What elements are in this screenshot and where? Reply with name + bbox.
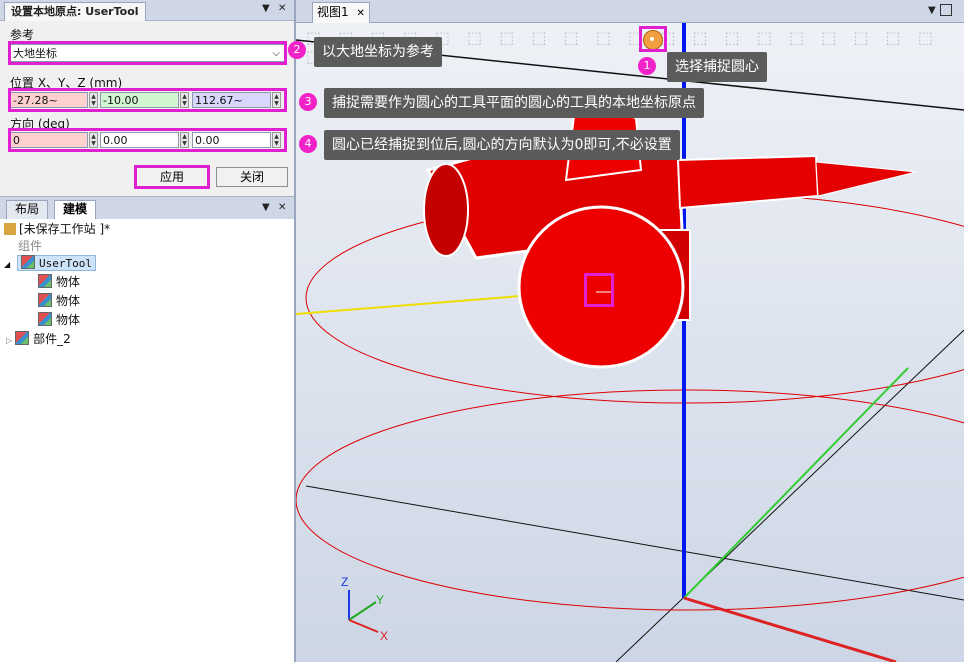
collapse-icon[interactable]: ◢	[4, 260, 10, 269]
expand-icon[interactable]: ▷	[6, 336, 12, 345]
callout-number: 1	[638, 57, 656, 75]
body-icon	[38, 312, 52, 326]
body-label: 物体	[56, 294, 81, 308]
callout-number: 3	[299, 93, 317, 111]
station-label: [未保存工作站 ]*	[19, 222, 111, 236]
tree-item-body[interactable]: 物体	[38, 293, 80, 309]
modeling-panel-header: 布局 建模 ▼ ✕	[0, 196, 294, 220]
model-tree: [未保存工作站 ]* 组件 ◢ UserTool 物体 物体 物体 ▷ 部件_2	[0, 219, 294, 662]
tab-view1[interactable]: 视图1 ✕	[312, 2, 370, 23]
view-tabbar: 视图1 ✕ ▼	[296, 0, 964, 23]
view1-label: 视图1	[317, 5, 349, 19]
body-icon	[38, 274, 52, 288]
part-icon	[15, 331, 30, 345]
tree-item-body[interactable]: 物体	[38, 312, 80, 328]
local-origin-panel-title: 设置本地原点: UserTool	[4, 2, 146, 21]
close-button[interactable]: 关闭	[216, 167, 288, 187]
close-icon[interactable]: ✕	[278, 203, 288, 213]
close-icon[interactable]: ✕	[356, 8, 364, 19]
body-label: 物体	[56, 313, 81, 327]
group-label: 组件	[18, 239, 43, 253]
pin-icon[interactable]: ▼	[262, 203, 272, 213]
component-icon	[20, 255, 35, 269]
snap-center-highlight	[639, 26, 667, 52]
body-icon	[38, 293, 52, 307]
callout-4: 圆心已经捕捉到位后,圆心的方向默认为0即可,不必设置	[324, 130, 680, 160]
restore-icon[interactable]	[940, 4, 952, 16]
z-axis-label: Z	[341, 575, 348, 589]
tab-modeling[interactable]: 建模	[54, 200, 97, 220]
pin-icon[interactable]: ▼	[262, 4, 272, 14]
usertool-label: UserTool	[38, 257, 92, 270]
station-node[interactable]: [未保存工作站 ]*	[4, 221, 110, 237]
orientation-highlight	[8, 128, 287, 152]
callout-2: 以大地坐标为参考	[314, 37, 442, 67]
x-axis-label: X	[380, 629, 388, 643]
callout-number: 2	[288, 41, 306, 59]
left-dock: 设置本地原点: UserTool ▼ ✕ 参考 大地坐标 ⌵ 位置 X、Y、Z …	[0, 0, 294, 662]
part-label: 部件_2	[33, 332, 71, 346]
station-icon	[4, 223, 16, 235]
y-axis-label: Y	[376, 593, 384, 607]
tree-item-part[interactable]: ▷ 部件_2	[6, 331, 71, 349]
local-origin-panel-header: 设置本地原点: UserTool ▼ ✕	[0, 0, 294, 21]
center-snap-highlight	[584, 273, 614, 307]
callout-number: 4	[299, 135, 317, 153]
tree-item-body[interactable]: 物体	[38, 274, 80, 290]
apply-highlight	[134, 165, 210, 189]
body-label: 物体	[56, 275, 81, 289]
tab-layout[interactable]: 布局	[6, 200, 49, 219]
position-highlight	[8, 88, 287, 112]
callout-1: 选择捕捉圆心	[667, 52, 767, 82]
tree-item-usertool[interactable]: ◢ UserTool	[4, 255, 96, 273]
reference-highlight	[8, 41, 287, 65]
close-icon[interactable]: ✕	[278, 4, 288, 14]
callout-3: 捕捉需要作为圆心的工具平面的圆心的工具的本地坐标原点	[324, 88, 704, 118]
dropdown-icon[interactable]: ▼	[928, 6, 938, 16]
